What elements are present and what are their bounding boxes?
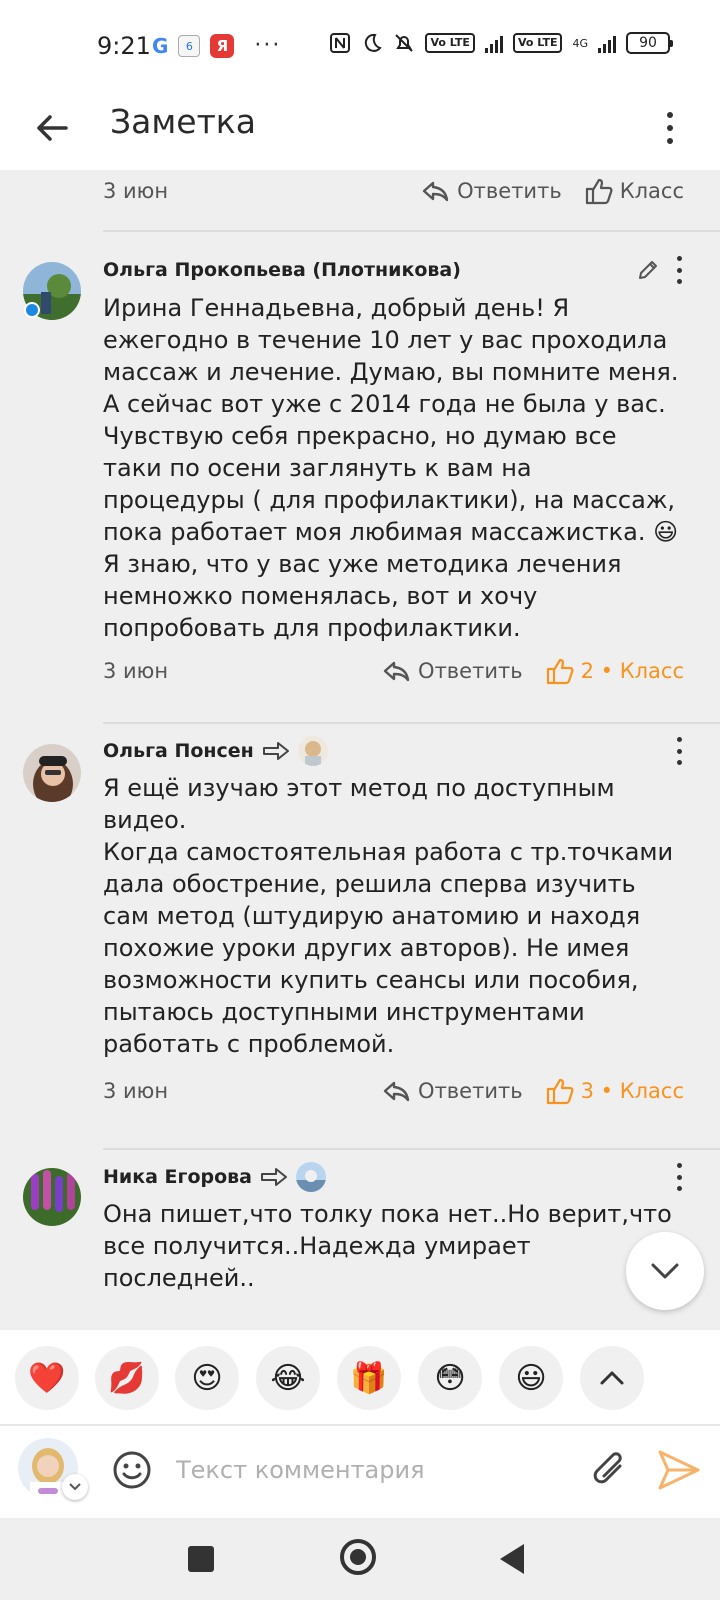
google-icon: G [152,33,169,58]
comment-text: Ирина Геннадьевна, добрый день! Я ежегод… [103,292,680,644]
thumbs-up-icon [546,1078,574,1105]
comment-date: 3 июн [103,1079,169,1103]
reply-icon [383,1081,410,1102]
calendar-icon: 6 [178,34,201,57]
reply-label: Ответить [457,179,562,203]
comments-feed[interactable]: 3 июн Ответить Класс Ольга Прокопьева (П… [0,170,720,1330]
like-label: Класс [619,179,684,203]
comment-composer [0,1426,720,1518]
status-bar: 9:21 G 6 Я ··· Vo LTE Vo LTE 4G 90 [0,0,720,90]
nav-back-button[interactable] [500,1544,524,1574]
volte-icon-2: Vo LTE [512,33,563,53]
send-icon[interactable] [656,1448,702,1492]
reply-button[interactable]: Ответить [382,659,523,683]
comment-date: 3 июн [103,179,169,203]
like-label: 3 • Класс [580,1079,684,1103]
author-name[interactable]: Ольга Прокопьева (Плотникова) [103,259,461,281]
like-button[interactable]: Класс [584,176,684,206]
emoji-heart-eyes-button[interactable]: 😍 [175,1346,239,1410]
chevron-down-icon [651,1263,679,1279]
home-button[interactable] [340,1539,376,1575]
comment-menu-button[interactable] [674,737,684,765]
comment-menu-button[interactable] [674,256,684,284]
reply-to-arrow-icon [261,1168,288,1186]
divider [103,722,720,724]
account-switch-button[interactable] [62,1474,88,1500]
author-name[interactable]: Ника Егорова [103,1162,327,1192]
overflow-menu-button[interactable] [658,100,682,156]
reply-to-avatar[interactable] [297,736,328,766]
page-title: Заметка [110,102,256,141]
author-name-text: Ника Егорова [103,1166,253,1188]
reply-icon [383,661,410,682]
system-navigation-bar [0,1518,720,1600]
expand-emoji-button[interactable] [580,1346,644,1410]
moon-icon [365,33,383,52]
back-arrow-icon[interactable] [28,104,76,152]
reply-to-arrow-icon [262,742,289,760]
author-name[interactable]: Ольга Понсен [103,736,328,766]
emoji-picker-icon[interactable] [110,1448,154,1492]
emoji-kiss-button[interactable]: 💋 [95,1346,159,1410]
comment-meta-row: 3 июн Ответить Класс [103,176,684,206]
recents-button[interactable] [188,1546,214,1572]
bell-off-icon [395,34,414,52]
online-indicator [24,302,40,318]
notification-icons: G 6 Я ··· [152,33,281,58]
comment-menu-button[interactable] [674,1163,684,1191]
reply-button[interactable]: Ответить [421,179,562,203]
thumbs-up-icon [546,658,574,685]
avatar[interactable] [23,744,81,802]
comment-text: Она пишет,что толку пока нет..Но верит,ч… [103,1200,680,1292]
emoji-reaction-bar: ❤️ 💋 😍 😂 🎁 😳 😃 [0,1330,720,1426]
yandex-icon: Я [210,33,235,58]
divider [103,230,720,232]
emoji-heart-button[interactable]: ❤️ [15,1346,79,1410]
author-name-text: Ольга Понсен [103,740,254,762]
like-button[interactable]: 3 • Класс [545,1076,684,1106]
reply-to-avatar[interactable] [296,1162,327,1192]
like-label: 2 • Класс [580,659,684,683]
reply-label: Ответить [418,1079,523,1103]
comment-meta-row: 3 июн Ответить 2 • Класс [103,656,684,686]
paperclip-icon[interactable] [590,1446,630,1494]
more-notifications-icon: ··· [254,33,282,58]
signal-icon [484,33,503,53]
author-row: Ольга Прокопьева (Плотникова) [103,256,684,284]
comment-text-part: Ирина Геннадьевна, добрый день! Я ежегод… [103,294,687,546]
chevron-up-icon [600,1371,624,1385]
reply-button[interactable]: Ответить [382,1079,523,1103]
comment-date: 3 июн [103,659,169,683]
emoji-flushed-button[interactable]: 😳 [418,1346,482,1410]
comment-text: Я ещё изучаю этот метод по доступным вид… [103,774,674,1058]
signal-icon-2 [598,33,616,53]
system-icons: Vo LTE Vo LTE 4G 90 [329,32,673,54]
comment-input[interactable] [176,1444,556,1496]
network-type: 4G [572,36,588,50]
emoji-smile-button[interactable]: 😃 [499,1346,563,1410]
status-time: 9:21 [97,32,151,60]
scroll-down-button[interactable] [626,1232,704,1310]
avatar[interactable] [23,1168,81,1226]
thumbs-up-icon [585,178,613,205]
volte-icon: Vo LTE [425,33,475,53]
reply-label: Ответить [418,659,523,683]
like-button[interactable]: 2 • Класс [545,656,684,686]
reply-icon [422,181,449,202]
edit-pencil-icon[interactable] [636,258,660,282]
smile-emoji: 😃 [653,518,679,546]
divider [103,1148,720,1150]
app-bar: Заметка [0,90,720,170]
nfc-icon [330,33,351,53]
chevron-down-icon [69,1483,81,1491]
comment-meta-row: 3 июн Ответить 3 • Класс [103,1076,684,1106]
author-row: Ника Егорова [103,1162,684,1192]
emoji-gift-button[interactable]: 🎁 [337,1346,401,1410]
emoji-joy-button[interactable]: 😂 [256,1346,320,1410]
author-row: Ольга Понсен [103,736,684,766]
battery-icon: 90 [626,32,673,54]
